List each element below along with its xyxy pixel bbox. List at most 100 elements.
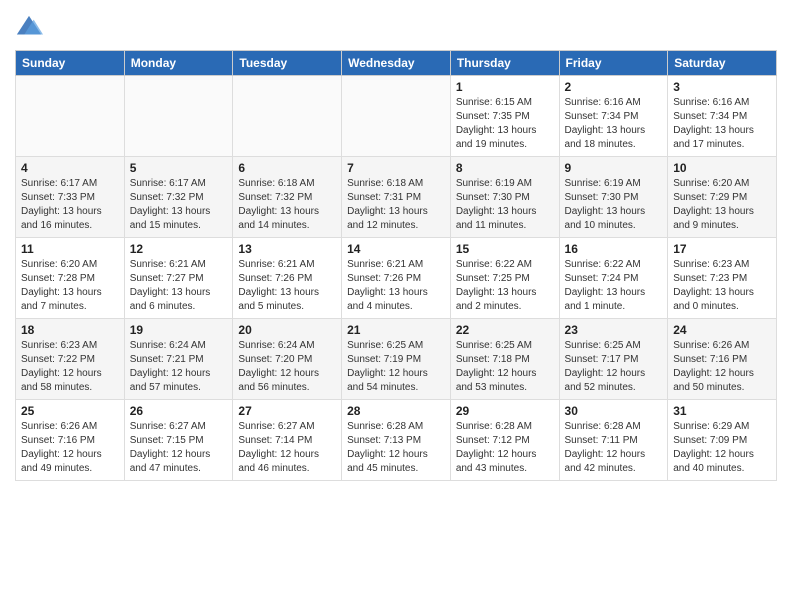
day-number: 26 bbox=[130, 404, 228, 418]
day-number: 9 bbox=[565, 161, 663, 175]
logo-icon bbox=[15, 14, 43, 42]
day-info: Sunrise: 6:25 AMSunset: 7:19 PMDaylight:… bbox=[347, 339, 445, 395]
day-header-thursday: Thursday bbox=[450, 51, 559, 76]
day-number: 5 bbox=[130, 161, 228, 175]
day-number: 8 bbox=[456, 161, 554, 175]
day-number: 29 bbox=[456, 404, 554, 418]
calendar-cell: 22Sunrise: 6:25 AMSunset: 7:18 PMDayligh… bbox=[450, 319, 559, 400]
day-number: 10 bbox=[673, 161, 771, 175]
day-info: Sunrise: 6:26 AMSunset: 7:16 PMDaylight:… bbox=[21, 420, 119, 476]
day-info: Sunrise: 6:23 AMSunset: 7:22 PMDaylight:… bbox=[21, 339, 119, 395]
day-info: Sunrise: 6:17 AMSunset: 7:32 PMDaylight:… bbox=[130, 177, 228, 233]
day-header-saturday: Saturday bbox=[668, 51, 777, 76]
day-header-tuesday: Tuesday bbox=[233, 51, 342, 76]
logo bbox=[15, 16, 47, 44]
day-info: Sunrise: 6:16 AMSunset: 7:34 PMDaylight:… bbox=[565, 96, 663, 152]
day-number: 14 bbox=[347, 242, 445, 256]
week-row-3: 11 Sunrise: 6:20 AMSunset: 7:28 PMDayligh… bbox=[16, 238, 777, 319]
day-info: Sunrise: 6:21 AMSunset: 7:26 PMDaylight:… bbox=[238, 258, 336, 314]
calendar-cell bbox=[16, 76, 125, 157]
day-number: 18 bbox=[21, 323, 119, 337]
day-header-friday: Friday bbox=[559, 51, 668, 76]
day-info: Sunrise: 6:24 AMSunset: 7:21 PMDaylight:… bbox=[130, 339, 228, 395]
day-number: 6 bbox=[238, 161, 336, 175]
calendar-cell: 15Sunrise: 6:22 AMSunset: 7:25 PMDayligh… bbox=[450, 238, 559, 319]
day-info: Sunrise: 6:22 AMSunset: 7:25 PMDaylight:… bbox=[456, 258, 554, 314]
day-header-wednesday: Wednesday bbox=[342, 51, 451, 76]
calendar-cell: 28 Sunrise: 6:28 AMSunset: 7:13 PMDayligh… bbox=[342, 400, 451, 481]
day-info: Sunrise: 6:21 AMSunset: 7:27 PMDaylight:… bbox=[130, 258, 228, 314]
calendar-cell: 26 Sunrise: 6:27 AMSunset: 7:15 PMDayligh… bbox=[124, 400, 233, 481]
calendar-header: SundayMondayTuesdayWednesdayThursdayFrid… bbox=[16, 51, 777, 76]
calendar-cell: 3 Sunrise: 6:16 AMSunset: 7:34 PMDaylight… bbox=[668, 76, 777, 157]
week-row-1: 1 Sunrise: 6:15 AMSunset: 7:35 PMDaylight… bbox=[16, 76, 777, 157]
calendar-table: SundayMondayTuesdayWednesdayThursdayFrid… bbox=[15, 50, 777, 481]
days-of-week-row: SundayMondayTuesdayWednesdayThursdayFrid… bbox=[16, 51, 777, 76]
day-number: 31 bbox=[673, 404, 771, 418]
day-number: 25 bbox=[21, 404, 119, 418]
calendar-cell: 17Sunrise: 6:23 AMSunset: 7:23 PMDayligh… bbox=[668, 238, 777, 319]
day-number: 21 bbox=[347, 323, 445, 337]
calendar-cell: 10Sunrise: 6:20 AMSunset: 7:29 PMDayligh… bbox=[668, 157, 777, 238]
calendar-body: 1 Sunrise: 6:15 AMSunset: 7:35 PMDaylight… bbox=[16, 76, 777, 481]
week-row-5: 25 Sunrise: 6:26 AMSunset: 7:16 PMDayligh… bbox=[16, 400, 777, 481]
day-info: Sunrise: 6:18 AMSunset: 7:31 PMDaylight:… bbox=[347, 177, 445, 233]
calendar-cell: 29 Sunrise: 6:28 AMSunset: 7:12 PMDayligh… bbox=[450, 400, 559, 481]
calendar-cell: 6 Sunrise: 6:18 AMSunset: 7:32 PMDaylight… bbox=[233, 157, 342, 238]
calendar-cell: 24 Sunrise: 6:26 AMSunset: 7:16 PMDayligh… bbox=[668, 319, 777, 400]
day-info: Sunrise: 6:17 AMSunset: 7:33 PMDaylight:… bbox=[21, 177, 119, 233]
day-number: 27 bbox=[238, 404, 336, 418]
calendar-cell: 23Sunrise: 6:25 AMSunset: 7:17 PMDayligh… bbox=[559, 319, 668, 400]
day-info: Sunrise: 6:19 AMSunset: 7:30 PMDaylight:… bbox=[456, 177, 554, 233]
calendar-cell: 20Sunrise: 6:24 AMSunset: 7:20 PMDayligh… bbox=[233, 319, 342, 400]
day-info: Sunrise: 6:19 AMSunset: 7:30 PMDaylight:… bbox=[565, 177, 663, 233]
day-number: 11 bbox=[21, 242, 119, 256]
day-number: 1 bbox=[456, 80, 554, 94]
calendar-cell: 27 Sunrise: 6:27 AMSunset: 7:14 PMDayligh… bbox=[233, 400, 342, 481]
calendar-cell: 1 Sunrise: 6:15 AMSunset: 7:35 PMDaylight… bbox=[450, 76, 559, 157]
calendar-cell: 7Sunrise: 6:18 AMSunset: 7:31 PMDaylight… bbox=[342, 157, 451, 238]
calendar-cell: 11 Sunrise: 6:20 AMSunset: 7:28 PMDayligh… bbox=[16, 238, 125, 319]
day-info: Sunrise: 6:28 AMSunset: 7:11 PMDaylight:… bbox=[565, 420, 663, 476]
day-number: 17 bbox=[673, 242, 771, 256]
day-number: 28 bbox=[347, 404, 445, 418]
day-info: Sunrise: 6:26 AMSunset: 7:16 PMDaylight:… bbox=[673, 339, 771, 395]
page-header bbox=[15, 10, 777, 44]
day-number: 22 bbox=[456, 323, 554, 337]
calendar-cell: 4 Sunrise: 6:17 AMSunset: 7:33 PMDaylight… bbox=[16, 157, 125, 238]
calendar-cell bbox=[124, 76, 233, 157]
day-info: Sunrise: 6:27 AMSunset: 7:14 PMDaylight:… bbox=[238, 420, 336, 476]
calendar-cell: 9 Sunrise: 6:19 AMSunset: 7:30 PMDaylight… bbox=[559, 157, 668, 238]
day-info: Sunrise: 6:18 AMSunset: 7:32 PMDaylight:… bbox=[238, 177, 336, 233]
day-number: 24 bbox=[673, 323, 771, 337]
day-info: Sunrise: 6:27 AMSunset: 7:15 PMDaylight:… bbox=[130, 420, 228, 476]
calendar-cell: 25 Sunrise: 6:26 AMSunset: 7:16 PMDayligh… bbox=[16, 400, 125, 481]
day-number: 12 bbox=[130, 242, 228, 256]
calendar-cell bbox=[233, 76, 342, 157]
day-number: 16 bbox=[565, 242, 663, 256]
calendar-cell: 19 Sunrise: 6:24 AMSunset: 7:21 PMDayligh… bbox=[124, 319, 233, 400]
day-info: Sunrise: 6:20 AMSunset: 7:28 PMDaylight:… bbox=[21, 258, 119, 314]
calendar-cell: 16 Sunrise: 6:22 AMSunset: 7:24 PMDayligh… bbox=[559, 238, 668, 319]
day-number: 20 bbox=[238, 323, 336, 337]
day-info: Sunrise: 6:28 AMSunset: 7:13 PMDaylight:… bbox=[347, 420, 445, 476]
calendar-cell: 21 Sunrise: 6:25 AMSunset: 7:19 PMDayligh… bbox=[342, 319, 451, 400]
day-info: Sunrise: 6:22 AMSunset: 7:24 PMDaylight:… bbox=[565, 258, 663, 314]
calendar-cell: 14 Sunrise: 6:21 AMSunset: 7:26 PMDayligh… bbox=[342, 238, 451, 319]
calendar-cell: 8 Sunrise: 6:19 AMSunset: 7:30 PMDaylight… bbox=[450, 157, 559, 238]
week-row-4: 18 Sunrise: 6:23 AMSunset: 7:22 PMDayligh… bbox=[16, 319, 777, 400]
calendar-cell: 18 Sunrise: 6:23 AMSunset: 7:22 PMDayligh… bbox=[16, 319, 125, 400]
day-info: Sunrise: 6:28 AMSunset: 7:12 PMDaylight:… bbox=[456, 420, 554, 476]
day-info: Sunrise: 6:21 AMSunset: 7:26 PMDaylight:… bbox=[347, 258, 445, 314]
calendar-cell: 12 Sunrise: 6:21 AMSunset: 7:27 PMDayligh… bbox=[124, 238, 233, 319]
day-number: 19 bbox=[130, 323, 228, 337]
day-number: 2 bbox=[565, 80, 663, 94]
day-number: 30 bbox=[565, 404, 663, 418]
day-info: Sunrise: 6:15 AMSunset: 7:35 PMDaylight:… bbox=[456, 96, 554, 152]
day-number: 3 bbox=[673, 80, 771, 94]
day-number: 4 bbox=[21, 161, 119, 175]
day-info: Sunrise: 6:16 AMSunset: 7:34 PMDaylight:… bbox=[673, 96, 771, 152]
week-row-2: 4 Sunrise: 6:17 AMSunset: 7:33 PMDaylight… bbox=[16, 157, 777, 238]
day-info: Sunrise: 6:29 AMSunset: 7:09 PMDaylight:… bbox=[673, 420, 771, 476]
calendar-cell: 2 Sunrise: 6:16 AMSunset: 7:34 PMDaylight… bbox=[559, 76, 668, 157]
